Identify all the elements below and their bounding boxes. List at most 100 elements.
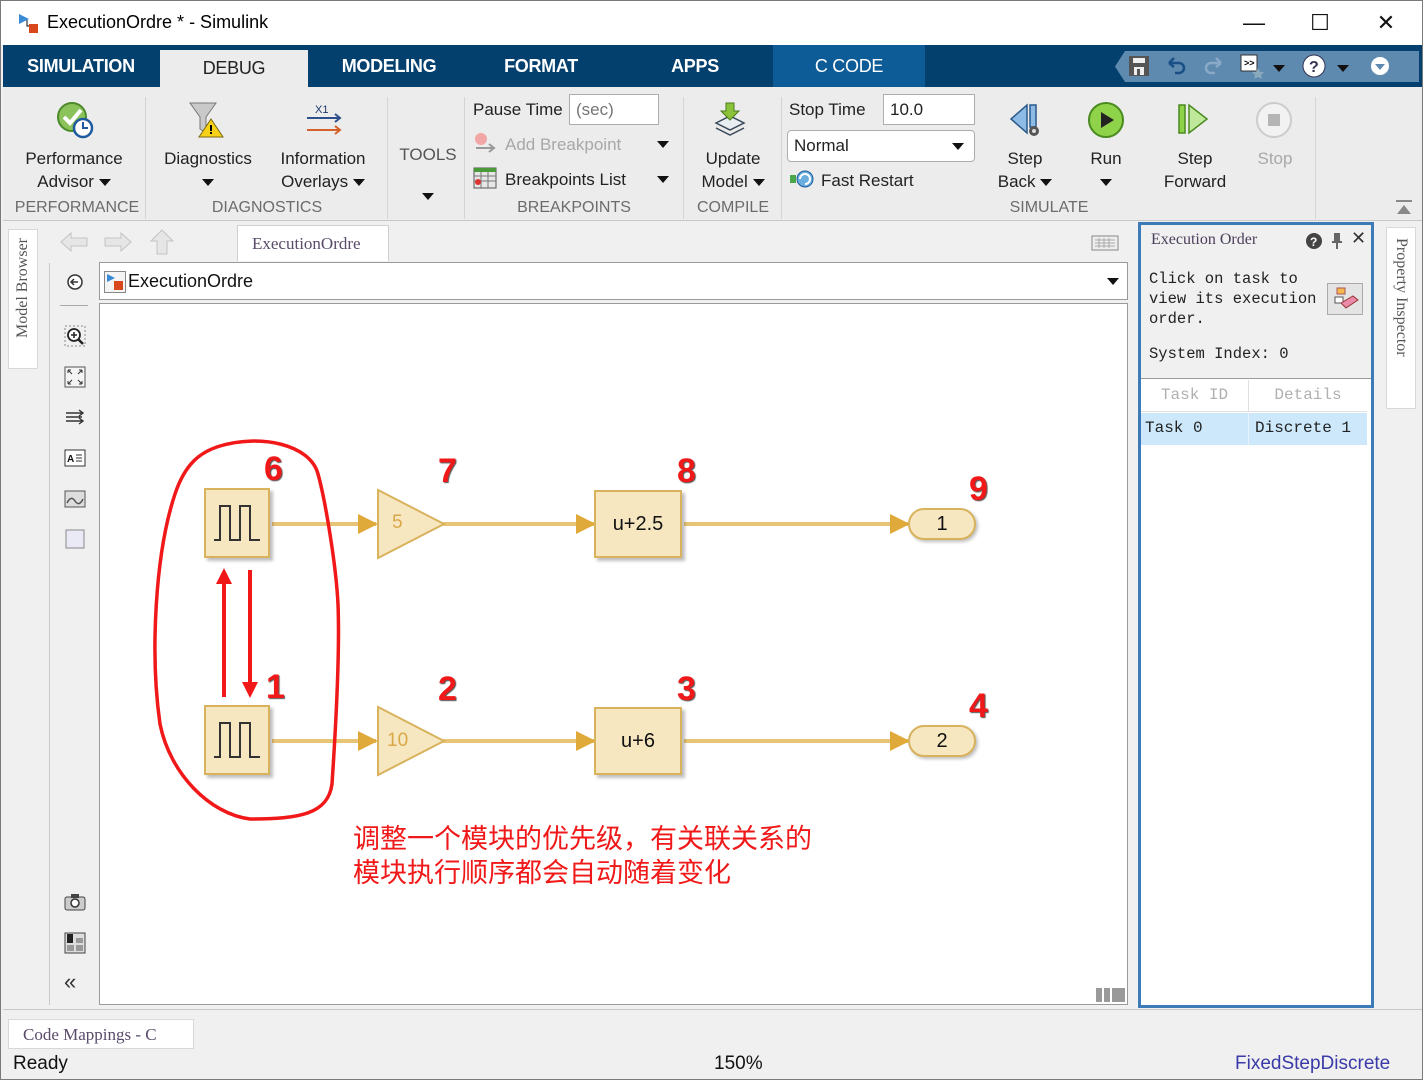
close-button[interactable]: ✕ [1363, 7, 1409, 39]
column-header-task-id[interactable]: Task ID [1141, 380, 1249, 412]
annotation-line-2: 模块执行顺序都会自动随着变化 [353, 858, 731, 889]
ribbon-separator [781, 97, 782, 219]
step-forward-button[interactable]: Step Forward [1153, 147, 1237, 193]
zoom-in-icon[interactable] [64, 325, 86, 347]
code-mappings-tab[interactable]: Code Mappings - C [8, 1019, 194, 1049]
annotation-note: 调整一个模块的优先级，有关联关系的 模块执行顺序都会自动随着变化 [353, 823, 812, 891]
property-inspector-label: Property Inspector [1393, 238, 1410, 357]
information-overlays-button[interactable]: Information Overlays [267, 147, 379, 193]
run-button[interactable]: Run [1071, 147, 1141, 193]
tools-expand-button[interactable] [422, 193, 434, 200]
diagnostics-label: Diagnostics [164, 149, 252, 168]
tab-apps[interactable]: APPS [625, 45, 765, 87]
stop-button[interactable]: Stop [1243, 147, 1307, 170]
annotation-icon[interactable]: A [64, 447, 86, 469]
fit-to-view-icon[interactable] [64, 366, 86, 388]
performance-advisor-button[interactable]: Performance Advisor [9, 147, 139, 193]
undo-icon[interactable] [1165, 54, 1189, 78]
diagnostics-funnel-icon [189, 102, 224, 138]
gain-bottom-value[interactable]: 10 [387, 730, 408, 752]
fcn-block-top[interactable]: u+2.5 [594, 490, 682, 558]
property-inspector-tab[interactable]: Property Inspector [1386, 227, 1416, 409]
command-icon[interactable]: >> [1239, 53, 1265, 79]
performance-advisor-icon [57, 102, 94, 139]
update-model-label-2: Model [701, 172, 748, 191]
collapse-palette-icon[interactable]: « [64, 969, 76, 995]
keyboard-icon[interactable] [1091, 235, 1119, 251]
svg-text:>>: >> [1244, 58, 1255, 68]
save-icon[interactable] [1127, 54, 1151, 78]
command-dropdown-icon[interactable] [1273, 65, 1285, 72]
help-icon[interactable]: ? [1305, 232, 1323, 250]
collapse-ribbon-icon[interactable] [1395, 199, 1413, 215]
overlay-icon-text: X1 [315, 104, 328, 116]
options-icon[interactable] [1369, 55, 1391, 77]
pause-time-input[interactable] [569, 94, 659, 125]
solver-status[interactable]: FixedStepDiscrete [1235, 1053, 1390, 1075]
pause-time-label: Pause Time [473, 100, 563, 119]
canvas-resize-handle-icon[interactable] [1096, 988, 1126, 1002]
outport-1[interactable]: 1 [908, 508, 976, 540]
tab-modeling[interactable]: MODELING [319, 45, 459, 87]
minimize-button[interactable]: — [1231, 7, 1277, 39]
annotation-arrow-up [216, 568, 232, 697]
ribbon-tab-strip: SIMULATION DEBUG MODELING FORMAT APPS C … [3, 45, 1422, 87]
help-dropdown-icon[interactable] [1337, 65, 1349, 72]
model-canvas[interactable]: 5 10 u+2.5 u+6 1 2 6 7 8 9 1 2 3 4 [99, 303, 1128, 1005]
back-arrow-icon[interactable] [59, 231, 89, 253]
forward-arrow-icon[interactable] [103, 231, 133, 253]
breakpoints-list-button[interactable]: Breakpoints List [505, 168, 626, 191]
pin-icon[interactable] [1331, 232, 1343, 250]
breakpoints-list-icon [473, 167, 497, 189]
fcn-block-bottom[interactable]: u+6 [594, 707, 682, 775]
outport-2[interactable]: 2 [908, 725, 976, 757]
add-breakpoint-button[interactable]: Add Breakpoint [505, 133, 621, 156]
add-breakpoint-icon [475, 133, 496, 153]
address-dropdown-icon[interactable] [1107, 278, 1119, 285]
tab-simulation[interactable]: SIMULATION [11, 45, 151, 87]
chevron-down-icon [202, 179, 214, 187]
redo-icon[interactable] [1201, 54, 1225, 78]
stop-icon [1256, 102, 1292, 138]
hide-show-explorer-icon[interactable] [64, 271, 86, 293]
fast-restart-button[interactable]: Fast Restart [821, 169, 914, 192]
help-icon[interactable]: ? [1301, 53, 1327, 79]
ribbon-separator [387, 97, 388, 219]
pulse-generator-bottom[interactable] [204, 705, 270, 775]
tab-debug[interactable]: DEBUG [160, 50, 308, 87]
highlight-execution-order-button[interactable] [1327, 283, 1363, 315]
pulse-generator-top[interactable] [204, 488, 270, 558]
column-header-details[interactable]: Details [1249, 380, 1367, 412]
chevron-down-icon [98, 179, 111, 187]
order-label-fcn-bottom: 3 [677, 670, 696, 708]
camera-icon[interactable] [64, 891, 86, 913]
tab-format[interactable]: FORMAT [471, 45, 611, 87]
add-breakpoint-dropdown[interactable] [657, 141, 669, 148]
stop-time-input[interactable] [883, 94, 975, 125]
information-overlays-icon: X1 [307, 104, 342, 135]
simulation-mode-select[interactable]: Normal [787, 130, 975, 162]
property-inspector-toggle-icon[interactable] [64, 932, 86, 954]
model-address-bar[interactable]: ExecutionOrdre [99, 262, 1128, 300]
step-back-label-2: Back [997, 172, 1036, 191]
model-browser-tab[interactable]: Model Browser [8, 229, 38, 369]
breakpoints-list-dropdown[interactable] [657, 176, 669, 183]
breadcrumb-tab[interactable]: ExecutionOrdre [237, 225, 389, 261]
maximize-button[interactable]: ☐ [1297, 7, 1343, 39]
update-model-button[interactable]: Update Model [687, 147, 779, 193]
step-back-button[interactable]: Step Back [989, 147, 1061, 193]
image-icon[interactable] [64, 488, 86, 510]
up-arrow-icon[interactable] [149, 228, 175, 256]
area-icon[interactable] [64, 528, 86, 550]
chevron-down-icon [752, 179, 765, 187]
tab-c-code[interactable]: C CODE [773, 45, 925, 87]
gain-top-value[interactable]: 5 [392, 512, 403, 534]
ribbon-separator [1315, 97, 1316, 219]
diagnostics-button[interactable]: Diagnostics [153, 147, 263, 193]
performance-advisor-label-1: Performance [25, 149, 123, 168]
route-lines-icon[interactable] [64, 406, 86, 428]
task-table-row[interactable]: Task 0 Discrete 1 [1141, 413, 1367, 445]
close-panel-button[interactable]: ✕ [1351, 228, 1366, 249]
annotation-arrow-down [242, 570, 258, 698]
information-overlays-label-2: Overlays [281, 172, 349, 191]
